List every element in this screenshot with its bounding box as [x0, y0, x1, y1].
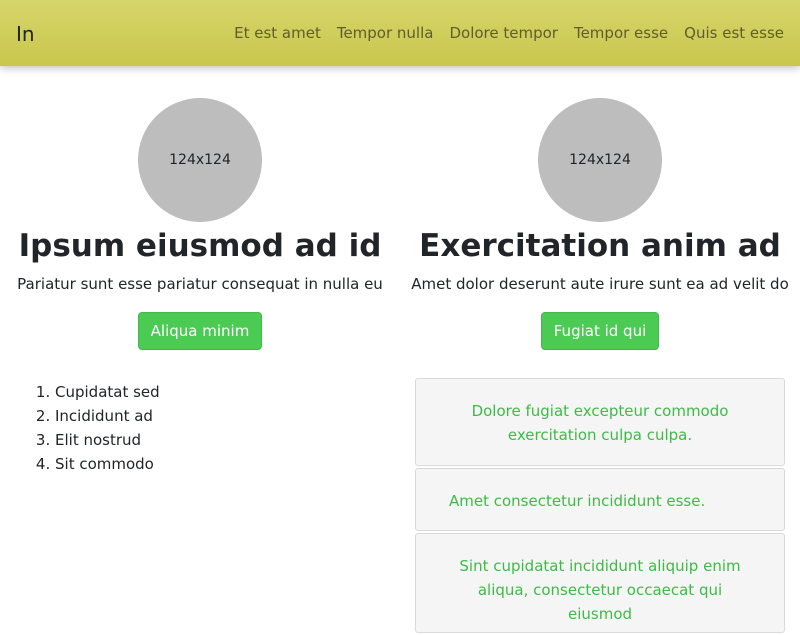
nav-link-tempor-esse[interactable]: Tempor esse: [574, 23, 668, 43]
list-item: Incididunt ad: [55, 404, 160, 428]
feature-description: Amet dolor deserunt aute irure sunt ea a…: [411, 275, 789, 293]
list-item: Cupidatat sed: [55, 380, 160, 404]
avatar-placeholder: 124x124: [538, 98, 662, 222]
nav-link-dolore-tempor[interactable]: Dolore tempor: [449, 23, 558, 43]
nav-links: Et est amet Tempor nulla Dolore tempor T…: [234, 23, 784, 43]
feature-description: Pariatur sunt esse pariatur consequat in…: [17, 275, 383, 293]
card: Sint cupidatat incididunt aliquip enim a…: [415, 533, 785, 633]
feature-column-left: 124x124 Ipsum eiusmod ad id Pariatur sun…: [0, 98, 400, 350]
card: Dolore fugiat excepteur commodo exercita…: [415, 378, 785, 466]
aliqua-minim-button[interactable]: Aliqua minim: [137, 312, 263, 350]
feature-heading: Exercitation anim ad: [419, 228, 781, 264]
nav-link-quis-est-esse[interactable]: Quis est esse: [684, 23, 784, 43]
feature-column-right: 124x124 Exercitation anim ad Amet dolor …: [400, 98, 800, 350]
fugiat-id-qui-button[interactable]: Fugiat id qui: [540, 312, 660, 350]
nav-link-et-est-amet[interactable]: Et est amet: [234, 23, 321, 43]
brand-logo[interactable]: In: [16, 21, 35, 47]
navbar: In Et est amet Tempor nulla Dolore tempo…: [0, 0, 800, 66]
list-item: Sit commodo: [55, 452, 160, 476]
card-stack: Dolore fugiat excepteur commodo exercita…: [415, 378, 785, 635]
feature-heading: Ipsum eiusmod ad id: [18, 228, 382, 264]
nav-link-tempor-nulla[interactable]: Tempor nulla: [337, 23, 434, 43]
ordered-list: Cupidatat sed Incididunt ad Elit nostrud…: [16, 380, 160, 476]
list-item: Elit nostrud: [55, 428, 160, 452]
card: Amet consectetur incididunt esse.: [415, 468, 785, 531]
avatar-placeholder: 124x124: [138, 98, 262, 222]
